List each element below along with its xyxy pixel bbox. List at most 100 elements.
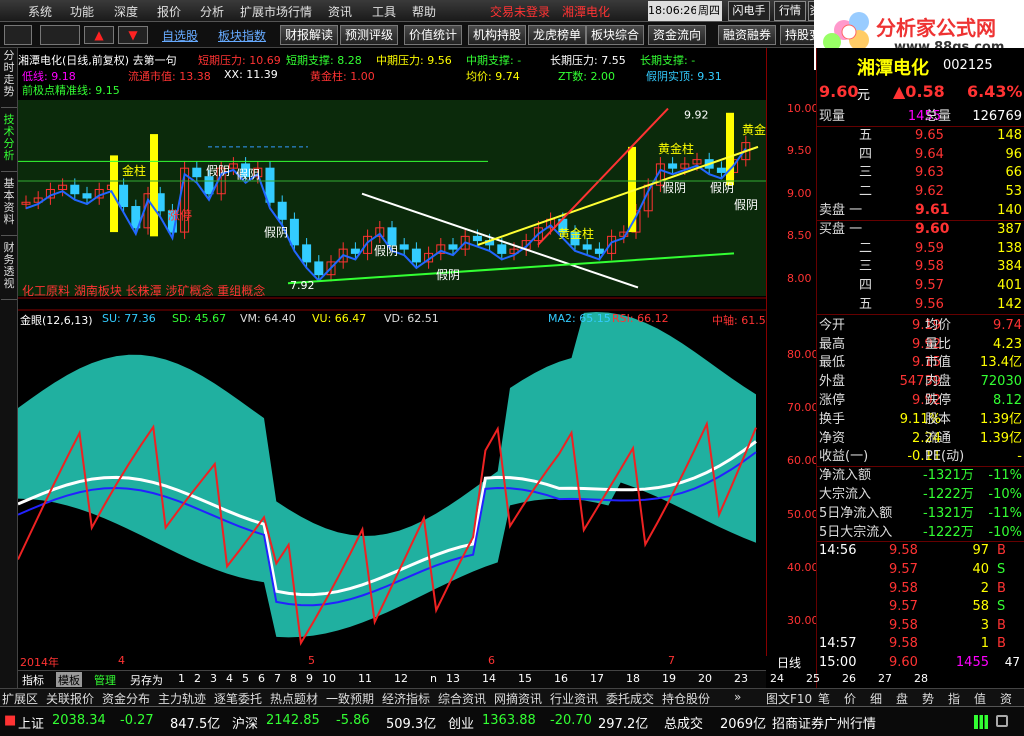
bottom-tab[interactable]: 资金分布 <box>102 690 150 707</box>
menu-item[interactable]: 帮助 <box>412 3 436 20</box>
toolbar-button[interactable]: 板块综合 <box>586 25 644 45</box>
indicator-tab[interactable]: 24 <box>768 672 786 687</box>
bottom-tab[interactable]: 经济指标 <box>382 690 430 707</box>
menu-item[interactable]: 功能 <box>70 3 94 20</box>
menu-item[interactable]: 资讯 <box>328 3 352 20</box>
bottom-tab[interactable]: 热点题材 <box>270 690 318 707</box>
lock-icon <box>996 715 1008 727</box>
indicator-tab[interactable]: 13 <box>444 672 462 687</box>
left-tab[interactable]: 分时走势 <box>1 50 17 108</box>
toolbar-button[interactable]: 财报解读 <box>280 25 338 45</box>
stat-row: 涨停 9.92 跌停 8.12 <box>819 392 1022 409</box>
indicator-tab[interactable]: 12 <box>392 672 410 687</box>
indicator-tab[interactable]: 另存为 <box>128 672 165 687</box>
indicator-tab[interactable]: 23 <box>732 672 750 687</box>
candle-body <box>411 248 421 263</box>
up-arrow-icon[interactable]: ▲ <box>84 26 114 44</box>
chart-annotation: 假阴 <box>264 225 288 239</box>
indicator-tab[interactable]: 9 <box>304 672 315 687</box>
menu-item[interactable]: 系统 <box>28 3 52 20</box>
quote-button[interactable]: 行情 <box>774 1 806 21</box>
indicator-tab[interactable]: 4 <box>224 672 235 687</box>
indicator-tab[interactable]: 26 <box>840 672 858 687</box>
panel-tab[interactable]: 价 <box>844 690 856 707</box>
toolbar-button[interactable]: 资金流向 <box>648 25 706 45</box>
bottom-tab[interactable]: 逐笔委托 <box>214 690 262 707</box>
menu-item[interactable]: 扩展市场行情 <box>240 3 312 20</box>
status-item: -5.86 <box>336 713 370 728</box>
stat-row: 净资 2.24 流通 1.39亿 <box>819 430 1022 447</box>
indicator-tab[interactable]: 15 <box>516 672 534 687</box>
indicator-tab[interactable]: 17 <box>588 672 606 687</box>
indicator-tab[interactable]: 5 <box>240 672 251 687</box>
bottom-tab[interactable]: 扩展区 <box>2 690 38 707</box>
bottom-tab[interactable]: 持仓股份 <box>662 690 710 707</box>
indicator-tab[interactable]: 27 <box>876 672 894 687</box>
indicator-tab[interactable]: n <box>428 672 439 687</box>
bottom-tab[interactable]: 一致预期 <box>326 690 374 707</box>
indicator-tab[interactable]: 管理 <box>92 672 118 687</box>
panel-tab[interactable]: 细 <box>870 690 882 707</box>
ask-price: 9.62 <box>915 184 944 200</box>
bottom-tab[interactable]: 委托成交 <box>606 690 654 707</box>
toolbar-link[interactable]: 自选股 <box>162 27 198 44</box>
indicator-tab[interactable]: 16 <box>552 672 570 687</box>
left-tab[interactable]: 技术分析 <box>1 114 17 172</box>
toolbar-blank-button[interactable] <box>4 25 32 45</box>
menu-item[interactable]: 报价 <box>157 3 181 20</box>
toolbar-link[interactable]: 板块指数 <box>218 27 266 44</box>
period-label: 日线 <box>777 656 802 670</box>
trade-status[interactable]: 交易未登录 <box>490 3 550 20</box>
down-arrow-icon[interactable]: ▼ <box>118 26 148 44</box>
flash-button[interactable]: 闪电手 <box>728 1 770 21</box>
bottom-tab[interactable]: 网摘资讯 <box>494 690 542 707</box>
chart-area[interactable]: 金柱 黄金柱 黄金柱 假阴 假阴 假阴 假阴 假阴 假阴 假阴 假阴 涨停 9.92 7.92 黄金 湘潭电… <box>18 48 766 669</box>
indicator-tab[interactable]: 3 <box>208 672 219 687</box>
bottom-tab[interactable]: 主力轨迹 <box>158 690 206 707</box>
indicator-tab[interactable]: 8 <box>288 672 299 687</box>
indicator-tab[interactable]: 20 <box>696 672 714 687</box>
indicator-tab[interactable]: 模板 <box>56 672 82 687</box>
panel-tab[interactable]: 盘 <box>896 690 908 707</box>
price-axis-label: 8.50 <box>787 229 812 243</box>
indicator-tab[interactable]: 11 <box>356 672 374 687</box>
menu-item[interactable]: 工具 <box>372 3 396 20</box>
status-item: 沪深 <box>232 717 259 732</box>
panel-tab[interactable]: 值 <box>974 690 986 707</box>
panel-tab[interactable]: 势 <box>922 690 934 707</box>
toolbar-button[interactable]: 机构持股 <box>468 25 526 45</box>
indicator-tab[interactable]: 19 <box>660 672 678 687</box>
left-tab[interactable]: 基本资料 <box>1 178 17 236</box>
candle-body <box>582 244 592 250</box>
panel-tab[interactable]: 指 <box>948 690 960 707</box>
row-label: 总量 <box>925 109 952 124</box>
menu-item[interactable]: 深度 <box>114 3 138 20</box>
bottom-tab[interactable]: 关联报价 <box>46 690 94 707</box>
panel-tab[interactable]: 笔 <box>818 690 830 707</box>
toolbar-grey-button[interactable] <box>40 25 80 45</box>
indicator-tab[interactable]: 18 <box>624 672 642 687</box>
tick-row: 14:56 9.58 97 B <box>819 542 1022 559</box>
indicator-tab[interactable]: 2 <box>192 672 203 687</box>
menu-item[interactable]: 分析 <box>200 3 224 20</box>
indicator-tab[interactable]: 28 <box>912 672 930 687</box>
more-tabs-icon[interactable]: » <box>734 690 741 704</box>
indicator-tab[interactable]: 14 <box>480 672 498 687</box>
toolbar-button[interactable]: 融资融券 <box>718 25 776 45</box>
toolbar-button[interactable]: 价值统计 <box>404 25 462 45</box>
indicator-tab[interactable]: 10 <box>320 672 338 687</box>
indicator-tab[interactable]: 指标 <box>20 672 46 687</box>
bottom-tab[interactable]: 行业资讯 <box>550 690 598 707</box>
toolbar-button[interactable]: 龙虎榜单 <box>528 25 586 45</box>
indicator-tab[interactable]: 25 <box>804 672 822 687</box>
panel-tab[interactable]: 资 <box>1000 690 1012 707</box>
indicator-tab[interactable]: 7 <box>272 672 283 687</box>
panel-tab[interactable]: 图文F10 <box>766 690 812 707</box>
bottom-tab[interactable]: 综合资讯 <box>438 690 486 707</box>
toolbar-button[interactable]: 预测评级 <box>340 25 398 45</box>
indicator-tab[interactable]: 1 <box>176 672 187 687</box>
left-tab[interactable]: 财务透视 <box>1 242 17 300</box>
row-label: 量比 <box>925 336 952 352</box>
ask-level: 三 <box>859 165 873 181</box>
indicator-tab[interactable]: 6 <box>256 672 267 687</box>
